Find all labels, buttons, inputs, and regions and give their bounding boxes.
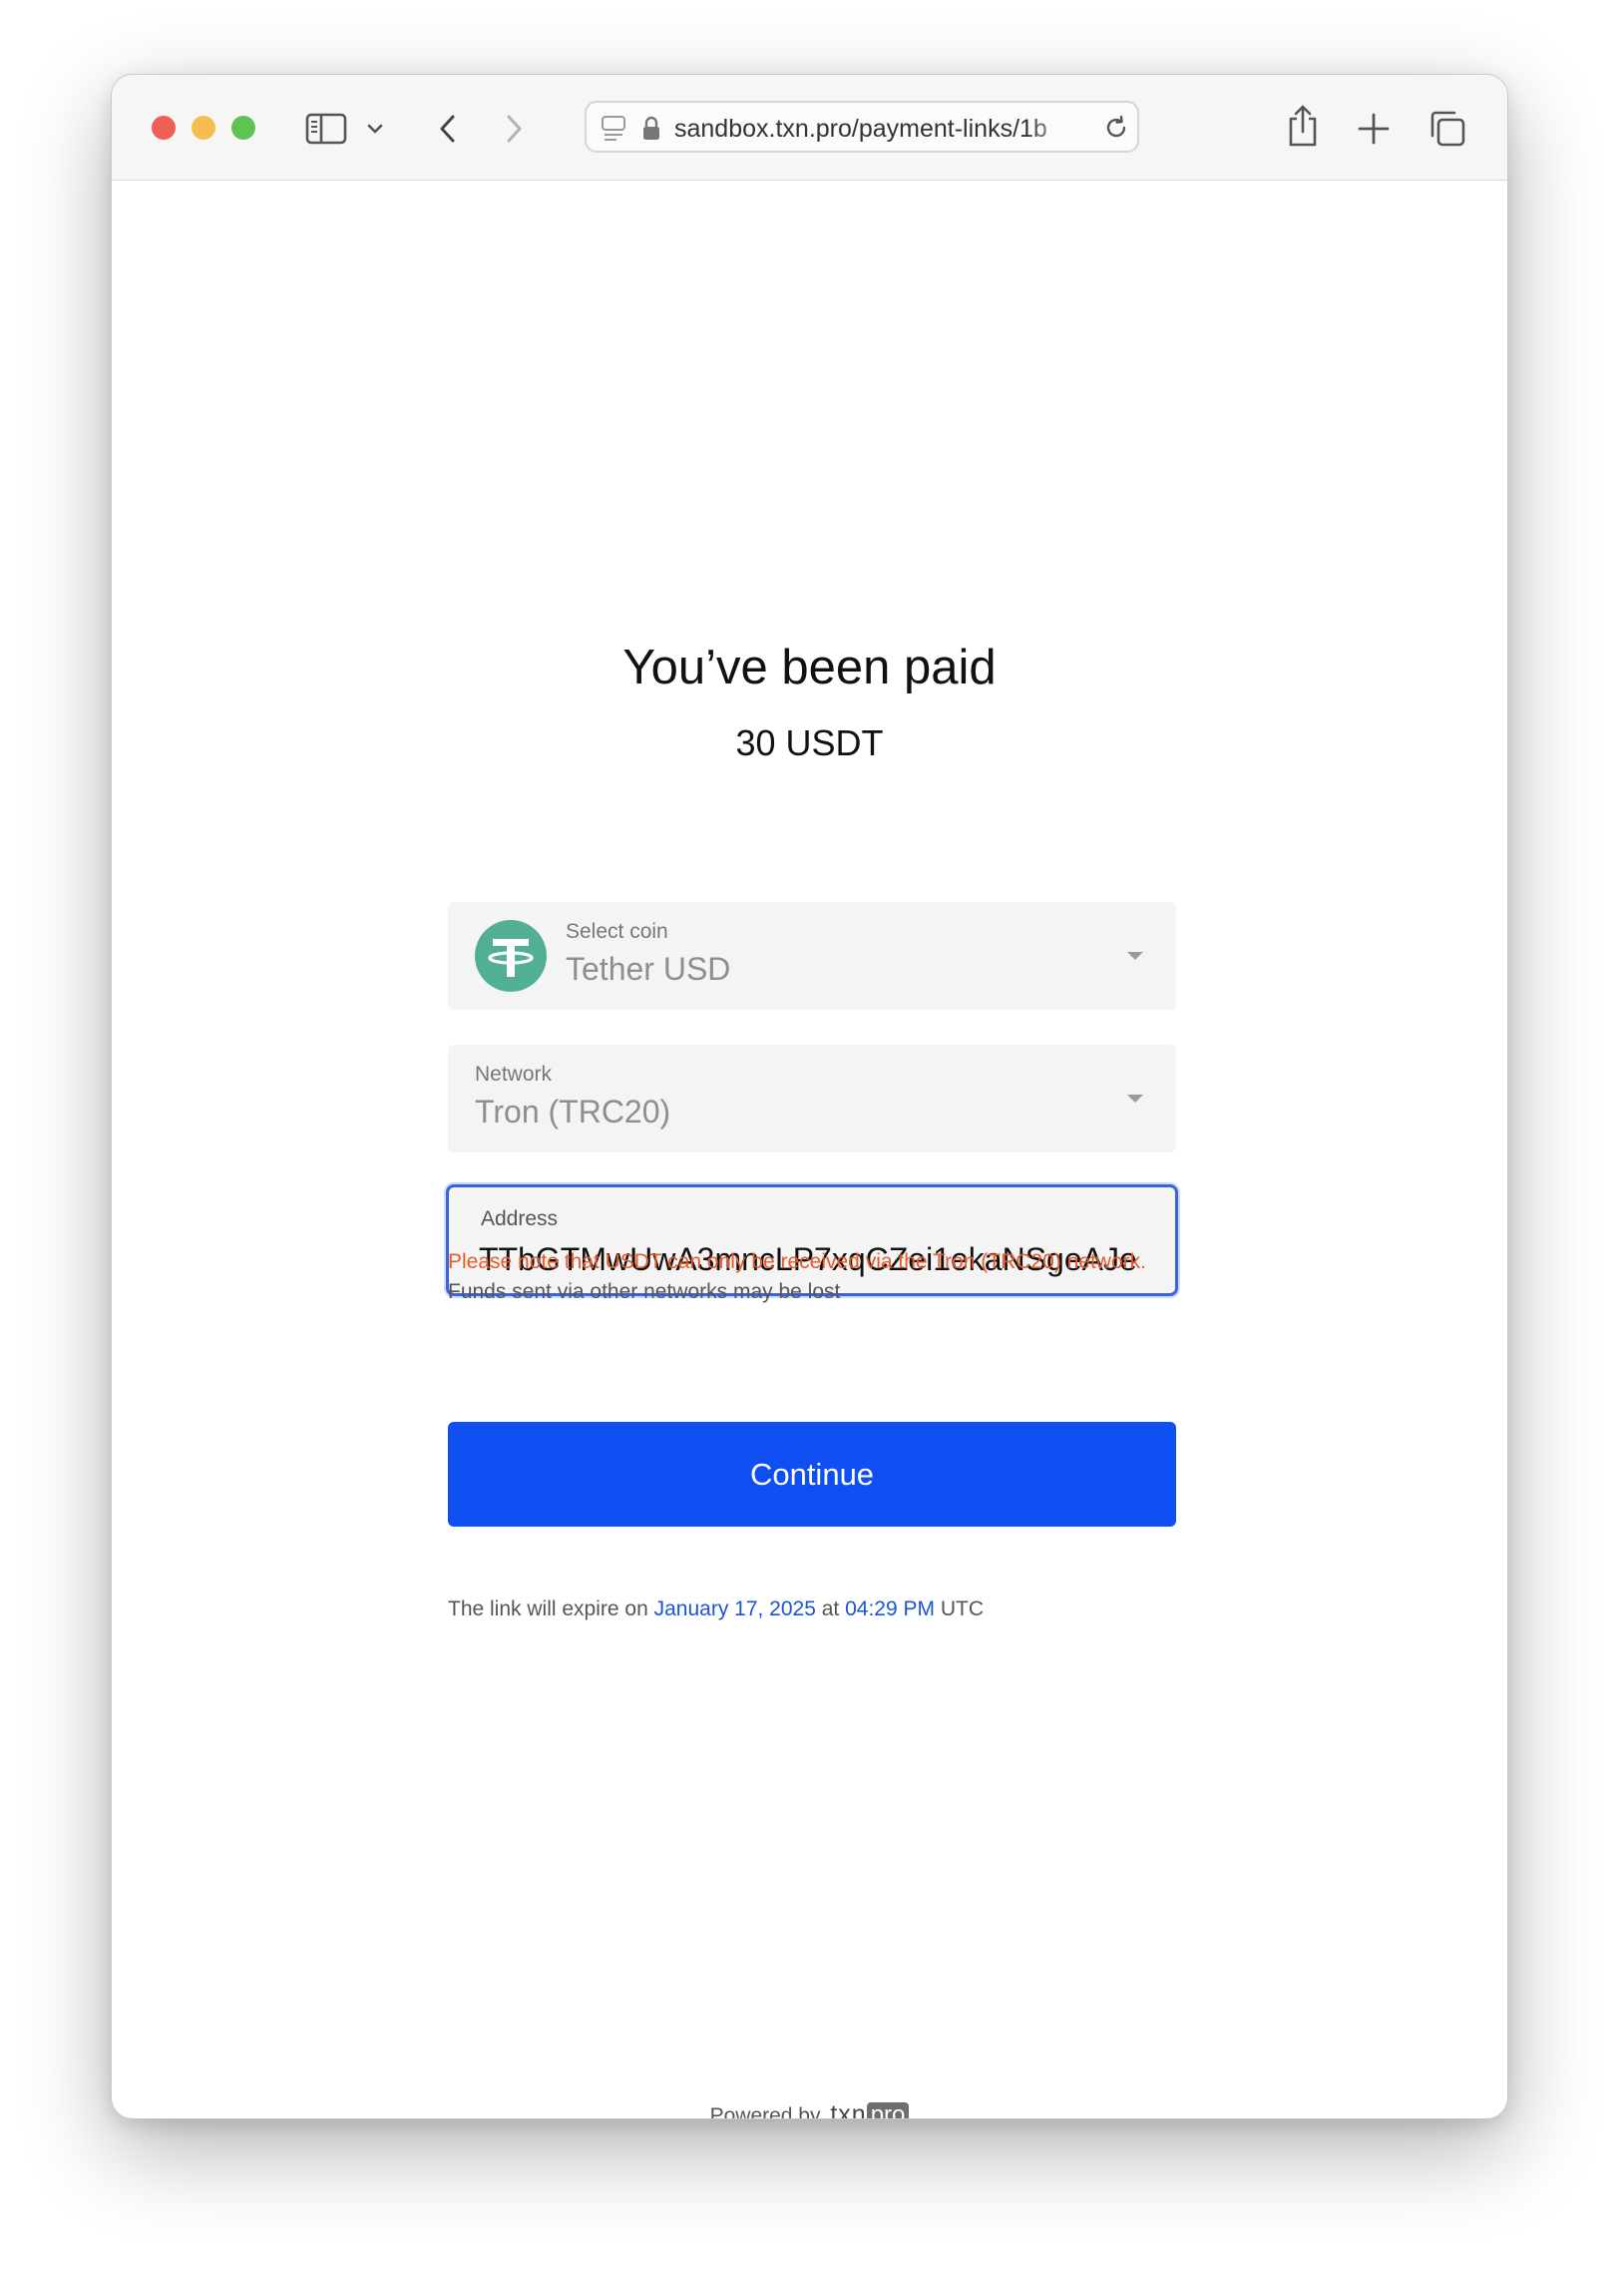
powered-by-label: Powered by [709, 2104, 821, 2119]
address-bar[interactable]: sandbox.txn.pro/payment-links/1b [585, 101, 1139, 153]
tab-overview-icon[interactable] [1427, 109, 1467, 149]
page-content: You’ve been paid 30 USDT Select coin Tet… [112, 181, 1507, 2118]
payment-amount: 30 USDT [735, 722, 884, 763]
brand-pro-badge: pro [866, 2102, 910, 2118]
expiry-date: January 17, 2025 [653, 1597, 816, 1620]
address-label: Address [481, 1207, 559, 1230]
link-expiry: The link will expire on January 17, 2025… [448, 1597, 984, 1621]
network-warning: Please note that USDT can only be receiv… [448, 1250, 1146, 1273]
expiry-timezone: UTC [940, 1597, 985, 1620]
page-icon [602, 116, 625, 141]
sidebar-icon[interactable] [304, 109, 348, 149]
new-tab-icon[interactable] [1356, 109, 1392, 149]
network-select-value: Tron (TRC20) [475, 1094, 671, 1130]
zoom-window-button[interactable] [231, 116, 255, 140]
network-select-label: Network [475, 1063, 553, 1086]
lock-icon [643, 116, 659, 140]
back-icon[interactable] [433, 109, 463, 149]
powered-by: Powered by txn pro [112, 2100, 1507, 2119]
page-title: You’ve been paid [622, 641, 997, 694]
forward-icon[interactable] [499, 109, 529, 149]
funds-lost-note: Funds sent via other networks may be los… [448, 1280, 841, 1303]
network-select[interactable]: Network Tron (TRC20) [448, 1045, 1176, 1152]
expiry-time: 04:29 PM [845, 1597, 935, 1620]
browser-toolbar: sandbox.txn.pro/payment-links/1b [112, 75, 1507, 181]
txnpro-logo[interactable]: txn pro [830, 2100, 910, 2119]
dropdown-caret-icon [1127, 952, 1143, 960]
url-text: sandbox.txn.pro/payment-links/1b [674, 115, 1047, 143]
expiry-prefix: The link will expire on [448, 1597, 648, 1620]
close-window-button[interactable] [152, 116, 176, 140]
coin-select-label: Select coin [566, 920, 668, 943]
coin-select-value: Tether USD [566, 951, 731, 987]
expiry-mid: at [821, 1597, 840, 1620]
tether-icon [475, 920, 547, 992]
continue-button[interactable]: Continue [448, 1422, 1176, 1527]
browser-window: sandbox.txn.pro/payment-links/1b You’ve … [111, 74, 1508, 2119]
coin-select[interactable]: Select coin Tether USD [448, 902, 1176, 1010]
minimize-window-button[interactable] [192, 116, 215, 140]
share-icon[interactable] [1285, 103, 1321, 149]
chevron-down-icon[interactable] [364, 109, 386, 149]
brand-name: txn [830, 2100, 867, 2119]
reload-icon[interactable] [1103, 115, 1129, 141]
dropdown-caret-icon [1127, 1095, 1143, 1103]
